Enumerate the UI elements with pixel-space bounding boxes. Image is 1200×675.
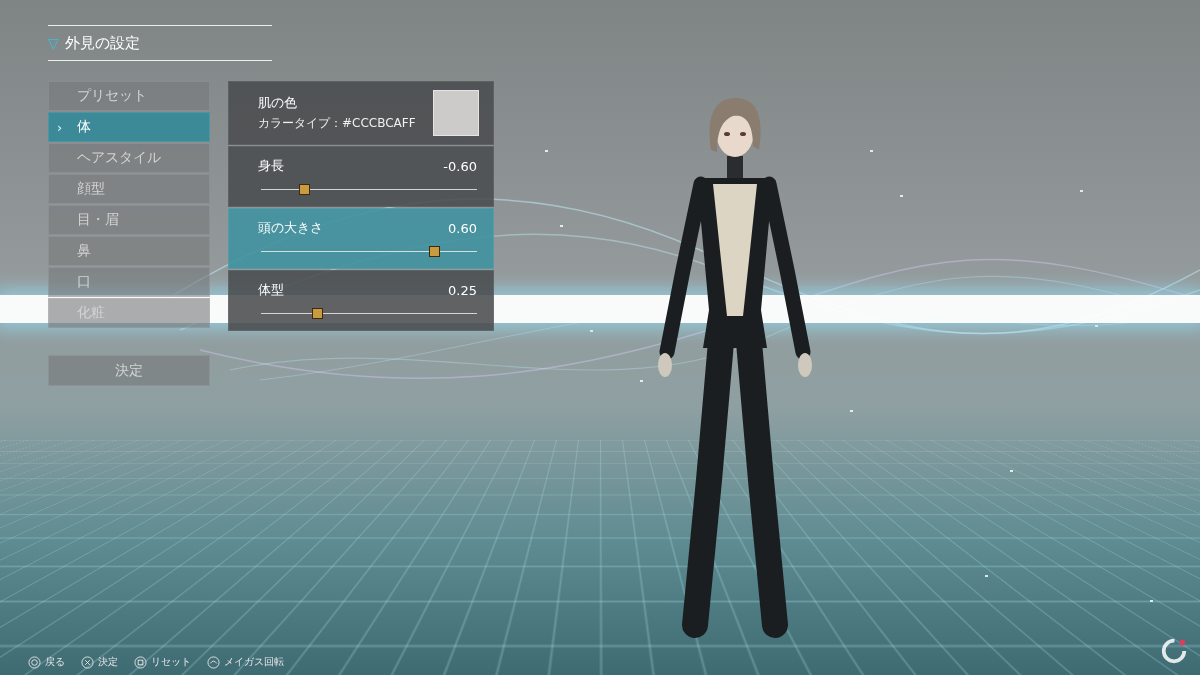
slider-reading: -0.60: [443, 159, 477, 174]
slider-track[interactable]: [261, 313, 477, 314]
stick-button-icon: [207, 656, 220, 669]
category-menu: プリセット› 体 ヘアスタイル 顔型 目・眉 鼻 口 化粧 決定: [48, 81, 210, 386]
slider-thumb[interactable]: [312, 308, 323, 319]
button-hint: リセット: [134, 655, 191, 669]
header-icon: ▽: [48, 35, 59, 51]
menu-item[interactable]: 口: [48, 267, 210, 297]
color-type: カラータイプ：#CCCBCAFF: [258, 115, 416, 132]
menu-item[interactable]: 化粧: [48, 298, 210, 328]
menu-item[interactable]: 鼻: [48, 236, 210, 266]
button-hint: 決定: [81, 655, 118, 669]
cross-button-icon: [81, 656, 94, 669]
section-header: ▽ 外見の設定: [48, 25, 272, 61]
skin-color-label: 肌の色: [258, 94, 416, 112]
button-hint: 戻る: [28, 655, 65, 669]
slider-label: 頭の大きさ: [258, 219, 323, 237]
slider-row[interactable]: 体型 0.25: [228, 270, 494, 331]
slider-thumb[interactable]: [429, 246, 440, 257]
menu-item[interactable]: › 体: [48, 112, 210, 142]
slider-track[interactable]: [261, 251, 477, 252]
menu-item[interactable]: ヘアスタイル: [48, 143, 210, 173]
slider-row[interactable]: 頭の大きさ 0.60: [228, 208, 494, 269]
skin-color-row[interactable]: 肌の色 カラータイプ：#CCCBCAFF: [228, 81, 494, 145]
site-logo-icon: [1160, 637, 1188, 665]
menu-item[interactable]: 目・眉: [48, 205, 210, 235]
button-hints: 戻る 決定 リセット メイガス回転: [28, 655, 1200, 669]
slider-thumb[interactable]: [299, 184, 310, 195]
slider-label: 体型: [258, 281, 284, 299]
slider-reading: 0.25: [448, 283, 477, 298]
slider-reading: 0.60: [448, 221, 477, 236]
menu-item[interactable]: プリセット: [48, 81, 210, 111]
circle-button-icon: [28, 656, 41, 669]
character-creation-screen: ▽ 外見の設定 プリセット› 体 ヘアスタイル 顔型 目・眉 鼻 口 化粧 決定…: [0, 0, 1200, 675]
button-hint: メイガス回転: [207, 655, 284, 669]
slider-track[interactable]: [261, 189, 477, 190]
slider-label: 身長: [258, 157, 284, 175]
slider-row[interactable]: 身長 -0.60: [228, 146, 494, 207]
character-figure[interactable]: [635, 80, 835, 640]
settings-panel: 肌の色 カラータイプ：#CCCBCAFF 身長 -0.60 頭の大きさ 0.60…: [228, 81, 494, 331]
confirm-button[interactable]: 決定: [48, 355, 210, 386]
square-button-icon: [134, 656, 147, 669]
menu-item[interactable]: 顔型: [48, 174, 210, 204]
header-title: 外見の設定: [65, 34, 140, 53]
cursor-icon: ›: [57, 120, 77, 135]
color-swatch[interactable]: [433, 90, 479, 136]
